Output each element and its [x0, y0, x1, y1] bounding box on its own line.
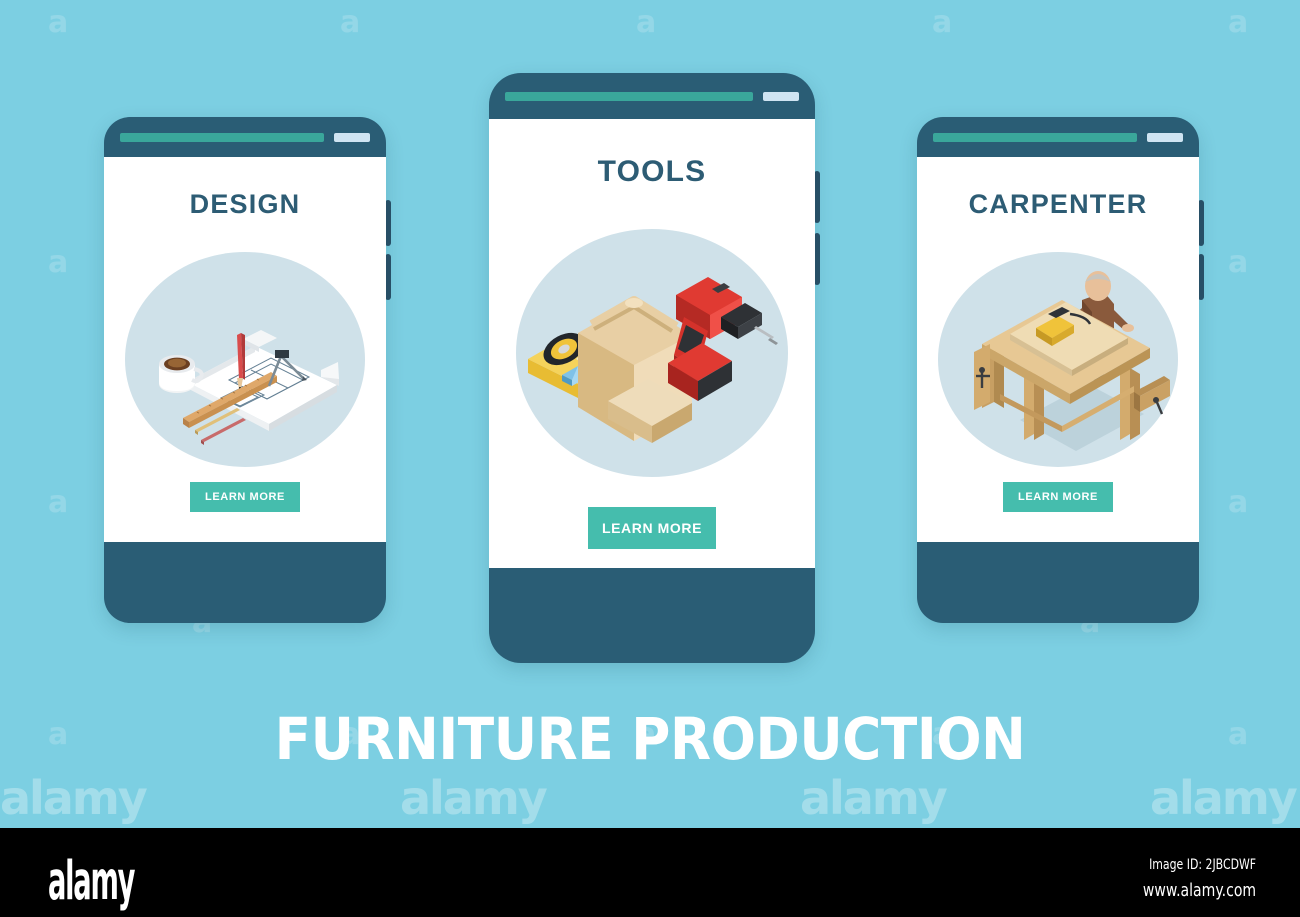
watermark-letter: a	[340, 5, 361, 40]
phone-status-bar	[489, 73, 815, 119]
learn-more-button-design[interactable]: LEARN MORE	[190, 482, 300, 512]
illustration-carpenter	[938, 252, 1178, 467]
status-chip	[1147, 132, 1183, 142]
image-id-label: Image ID: 2JBCDWF	[1148, 857, 1256, 873]
phone-card-design[interactable]: DESIGN LEARN MORE	[104, 117, 391, 623]
watermark-letter: a	[1228, 5, 1249, 40]
phone-status-bar	[917, 117, 1199, 157]
watermark-letter: a	[1228, 485, 1249, 520]
stock-footer-bar: alamy Image ID: 2JBCDWF www.alamy.com	[0, 828, 1300, 917]
watermark-word: alamy	[0, 771, 148, 825]
illustration-design	[125, 252, 365, 467]
watermark-word: alamy	[1150, 771, 1298, 825]
phone-screen: CARPENTER LEARN MORE	[917, 157, 1199, 542]
watermark-word: alamy	[800, 771, 948, 825]
address-bar[interactable]	[505, 91, 753, 101]
status-chip	[763, 91, 799, 101]
watermark-letter: a	[932, 5, 953, 40]
watermark-letter: a	[48, 245, 69, 280]
status-chip	[334, 132, 370, 142]
phone-status-bar	[104, 117, 386, 157]
phone-card-carpenter[interactable]: CARPENTER LEARN MORE	[917, 117, 1204, 623]
card-title-design: DESIGN	[189, 189, 301, 219]
watermark-letter: a	[636, 5, 657, 40]
address-bar[interactable]	[120, 132, 324, 142]
illustration-canvas: aaaaaaaaaaaaaaaaaaaaaaaaaaaaaaaaalamyala…	[0, 0, 1300, 828]
phone-screen: DESIGN LEARN MORE	[104, 157, 386, 542]
card-title-carpenter: CARPENTER	[968, 189, 1148, 219]
learn-more-button-tools[interactable]: LEARN MORE	[588, 507, 716, 549]
address-bar[interactable]	[933, 132, 1137, 142]
watermark-word: alamy	[400, 771, 548, 825]
illustration-tools	[516, 229, 788, 477]
watermark-letter: a	[48, 485, 69, 520]
watermark-letter: a	[48, 5, 69, 40]
alamy-url: www.alamy.com	[1142, 880, 1256, 901]
learn-more-button-carpenter[interactable]: LEARN MORE	[1003, 482, 1113, 512]
card-title-tools: TOOLS	[597, 155, 707, 188]
watermark-letter: a	[1228, 245, 1249, 280]
phone-card-tools[interactable]: TOOLS LEARN MORE	[489, 73, 820, 663]
alamy-logo: alamy	[48, 850, 135, 913]
phone-screen: TOOLS LEARN MORE	[489, 119, 815, 568]
footer-meta: Image ID: 2JBCDWF www.alamy.com	[1143, 852, 1256, 904]
page-headline: FURNITURE PRODUCTION	[274, 705, 1026, 773]
screenshot-root: aaaaaaaaaaaaaaaaaaaaaaaaaaaaaaaaalamyala…	[0, 0, 1300, 917]
